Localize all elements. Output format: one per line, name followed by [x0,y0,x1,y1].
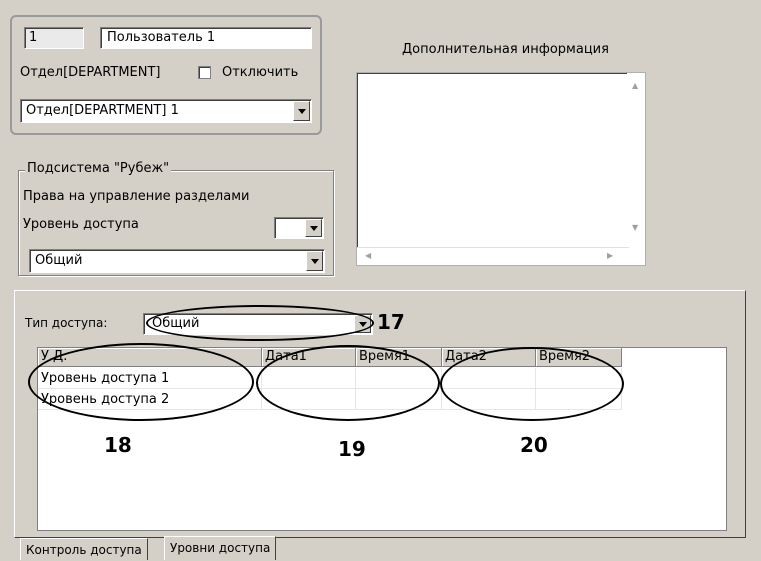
chevron-down-icon[interactable] [305,219,322,237]
scroll-up-icon[interactable]: ▲ [632,81,638,90]
vertical-scrollbar[interactable]: ▲ ▼ [627,73,645,247]
department-select[interactable]: Отдел[DEPARTMENT] 1 [20,99,312,123]
annotation-18: 18 [104,433,132,457]
horizontal-scrollbar[interactable]: ◀ ▶ [357,247,629,265]
scroll-down-icon[interactable]: ▼ [632,223,638,232]
annotation-19: 19 [338,437,366,461]
subsystem-selected: Общий [35,253,83,268]
user-name-field[interactable]: Пользователь 1 [100,27,312,49]
user-panel: 1 Пользователь 1 Отдел[DEPARTMENT] Отклю… [10,15,322,135]
disable-label: Отключить [222,65,299,80]
disable-checkbox[interactable] [198,66,211,79]
department-selected: Отдел[DEPARTMENT] 1 [26,103,179,118]
chevron-down-icon[interactable] [306,251,323,271]
additional-info-label: Дополнительная информация [402,42,609,57]
access-level-select[interactable] [274,217,324,239]
user-name-value: Пользователь 1 [107,30,216,45]
rights-label: Права на управление разделами [23,189,250,204]
id-value: 1 [29,30,38,45]
subsystem-select[interactable]: Общий [29,249,325,273]
annotation-ellipse-19 [256,345,440,421]
subsystem-legend: Подсистема "Рубеж" [25,161,172,176]
id-field[interactable]: 1 [24,27,84,49]
annotation-ellipse-18 [28,343,254,421]
subsystem-groupbox: Подсистема "Рубеж" Права на управление р… [18,161,334,276]
annotation-17: 17 [377,310,405,334]
access-level-label: Уровень доступа [23,217,139,232]
chevron-down-icon[interactable] [293,101,310,121]
annotation-ellipse-17 [146,305,374,341]
tab-access-levels[interactable]: Уровни доступа [164,536,277,560]
access-type-label: Тип доступа: [25,316,108,330]
additional-info-textarea[interactable]: ▲ ▼ ◀ ▶ [356,72,646,266]
annotation-20: 20 [520,433,548,457]
annotation-ellipse-20 [440,347,624,421]
department-label: Отдел[DEPARTMENT] [20,65,161,80]
scroll-right-icon[interactable]: ▶ [607,251,613,260]
tab-access-control[interactable]: Контроль доступа [20,538,148,560]
scroll-left-icon[interactable]: ◀ [365,251,371,260]
